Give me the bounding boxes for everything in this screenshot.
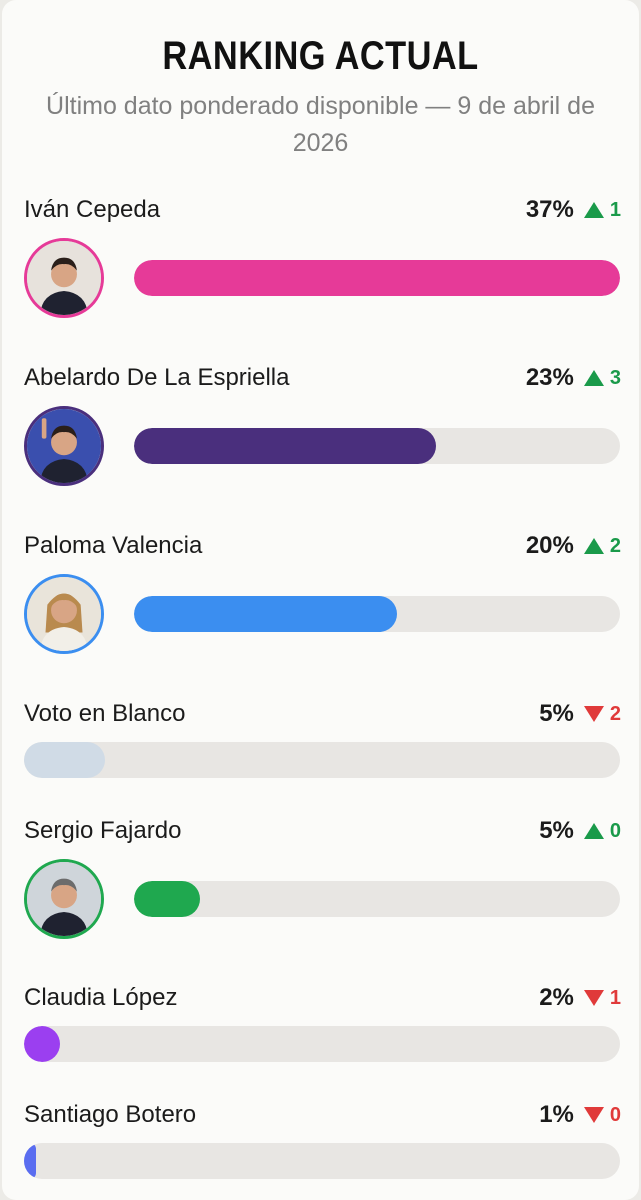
change-indicator: 2: [583, 534, 621, 558]
change-indicator: 0: [583, 1103, 621, 1127]
change-value: 0: [609, 1103, 621, 1126]
candidate-stat: 1% 0: [539, 1101, 621, 1129]
candidate-stat: 5% 2: [539, 700, 621, 728]
candidate-stat: 5% 0: [539, 817, 621, 845]
percent-label: 2%: [539, 984, 574, 1011]
percent-label: 5%: [539, 700, 574, 727]
candidate-stat: 23% 3: [526, 364, 621, 392]
candidate-name: Santiago Botero: [24, 1101, 197, 1128]
change-value: 1: [609, 986, 621, 1009]
candidate-name: Voto en Blanco: [24, 700, 186, 727]
bar-track: [24, 1143, 620, 1179]
candidate-stat: 37% 1: [526, 196, 621, 224]
bar-track: [134, 260, 620, 296]
bar-fill: [24, 1026, 60, 1062]
bar-fill: [24, 742, 105, 778]
triangle-up-icon: [583, 370, 604, 386]
candidate-name: Claudia López: [24, 984, 178, 1011]
change-indicator: 0: [583, 819, 621, 843]
chart-subtitle: Último dato ponderado disponible — 9 de …: [46, 92, 595, 157]
triangle-up-icon: [583, 538, 604, 554]
bar-track: [134, 596, 620, 632]
change-value: 0: [609, 819, 621, 842]
percent-label: 5%: [539, 817, 574, 844]
change-value: 1: [609, 198, 621, 221]
candidate-avatar: [24, 406, 104, 486]
change-value: 2: [609, 534, 621, 557]
candidate-avatar: [24, 574, 104, 654]
candidate-avatar: [24, 859, 104, 939]
percent-label: 20%: [525, 532, 574, 559]
percent-label: 23%: [525, 364, 574, 391]
change-indicator: 3: [583, 366, 621, 390]
candidate-name: Iván Cepeda: [24, 196, 161, 223]
bar-track: [134, 428, 620, 464]
candidate-name: Abelardo De La Espriella: [24, 364, 290, 391]
change-value: 3: [609, 366, 621, 389]
percent-label: 1%: [539, 1101, 574, 1128]
candidate-stat: 2% 1: [539, 984, 621, 1012]
bar-fill: [134, 428, 437, 464]
bar-track: [24, 742, 620, 778]
change-value: 2: [609, 702, 621, 725]
bar-track: [24, 1026, 620, 1062]
bar-fill: [134, 260, 620, 296]
bar-fill: [134, 596, 397, 632]
candidate-avatar: [24, 238, 104, 318]
change-indicator: 1: [583, 198, 621, 222]
change-indicator: 1: [583, 986, 621, 1010]
triangle-down-icon: [583, 990, 604, 1006]
triangle-up-icon: [583, 202, 604, 218]
candidate-stat: 20% 2: [526, 532, 621, 560]
bar-fill: [134, 881, 200, 917]
candidate-name: Sergio Fajardo: [24, 817, 182, 844]
percent-label: 37%: [525, 196, 574, 223]
chart-title: RANKING ACTUAL: [162, 34, 479, 78]
triangle-down-icon: [583, 1107, 604, 1123]
triangle-up-icon: [583, 823, 604, 839]
candidate-name: Paloma Valencia: [24, 532, 203, 559]
bar-track: [134, 881, 620, 917]
bar-fill: [24, 1143, 36, 1179]
triangle-down-icon: [583, 706, 604, 722]
change-indicator: 2: [583, 702, 621, 726]
